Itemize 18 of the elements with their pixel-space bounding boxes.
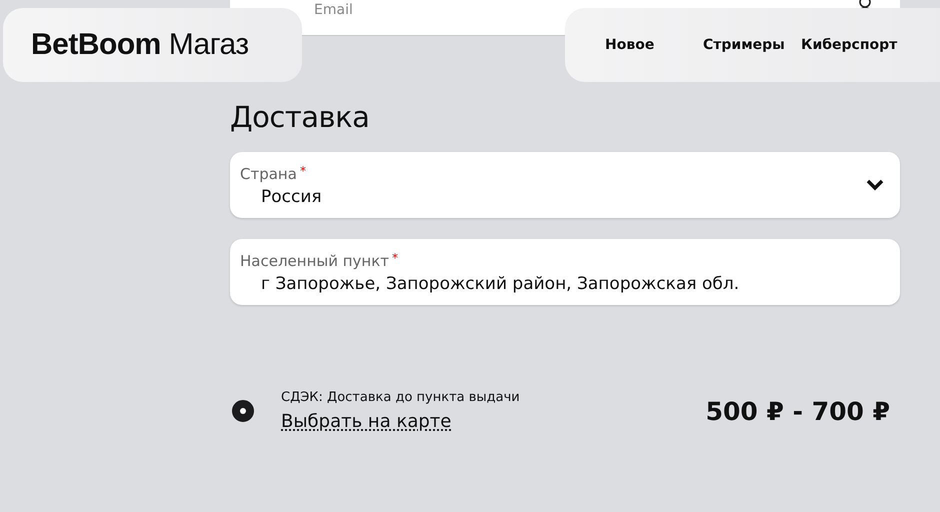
required-mark: * <box>392 250 398 264</box>
nav-link[interactable]: Стримеры <box>703 37 785 53</box>
section-title: Доставка <box>230 100 370 134</box>
nav-link[interactable]: Киберспорт <box>801 37 898 53</box>
logo-card[interactable]: BetBoom Магаз <box>3 8 302 82</box>
chevron-down-icon <box>866 179 884 191</box>
field-label: Населенный пункт <box>240 252 390 270</box>
required-mark: * <box>300 164 306 178</box>
field-value: г Запорожье, Запорожский район, Запорожская обл. <box>261 274 740 294</box>
price-range: 500 ₽ - 700 ₽ <box>706 396 890 426</box>
country-select[interactable]: Страна * Россия <box>230 152 900 218</box>
field-label: Страна <box>240 164 297 182</box>
map-link[interactable]: Выбрать на карте <box>281 411 452 432</box>
city-field[interactable]: Населенный пункт * г Запорожье, Запорожский район, Запорожская обл. <box>230 239 900 305</box>
field-value: Россия <box>261 186 323 206</box>
radio-button[interactable] <box>232 400 254 422</box>
delivery-option-name: СДЭК: Доставка до пункта выдачи <box>281 390 521 405</box>
nav-link[interactable]: Новое <box>605 37 687 53</box>
